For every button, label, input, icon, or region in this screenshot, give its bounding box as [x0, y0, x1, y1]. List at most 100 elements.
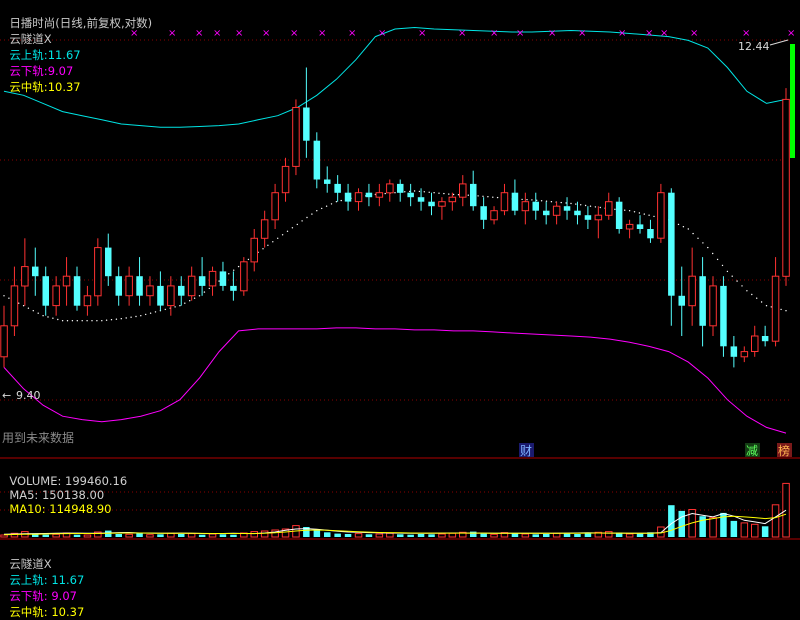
candle — [146, 276, 154, 306]
middle-dot — [306, 216, 308, 219]
volume-bar — [730, 520, 738, 537]
candle — [668, 188, 675, 326]
rank-marker[interactable]: 榜 — [778, 443, 790, 458]
middle-dot — [584, 204, 587, 207]
candle — [543, 201, 550, 225]
middle-dot — [780, 308, 782, 311]
volume-bar — [73, 534, 81, 537]
volume-bar — [198, 534, 206, 537]
candle-body — [417, 197, 425, 202]
middle-dot — [8, 297, 10, 299]
upper-band-label: 云上轨: — [9, 48, 48, 62]
candle-body — [42, 276, 49, 306]
volume-bar — [782, 482, 790, 538]
candle-body — [354, 192, 363, 203]
candle — [657, 183, 665, 243]
candle — [10, 266, 19, 336]
signal-marker: × — [516, 28, 524, 39]
candle-body — [699, 276, 706, 326]
candle — [615, 197, 623, 234]
candle — [407, 183, 414, 207]
candle — [709, 276, 717, 336]
middle-dot — [638, 212, 641, 214]
middle-dot — [614, 208, 616, 210]
middle-dot — [423, 191, 425, 193]
middle-dot — [756, 297, 758, 299]
middle-dot — [296, 223, 298, 226]
middle-dot — [272, 241, 274, 243]
volume-bar — [563, 533, 571, 537]
candle — [625, 219, 634, 239]
volume-bar — [324, 532, 331, 537]
middle-dot — [570, 202, 572, 205]
middle-dot — [22, 305, 25, 307]
candle-body — [21, 266, 29, 287]
candle — [42, 266, 49, 316]
candle — [782, 88, 790, 286]
middle-dot — [741, 285, 743, 287]
middle-dot — [18, 302, 20, 304]
candle — [62, 257, 71, 306]
middle-dot — [61, 320, 64, 322]
middle-band-value: 10.37 — [47, 80, 81, 94]
candle — [470, 170, 477, 211]
candle — [157, 271, 164, 311]
signal-marker: × — [548, 28, 556, 39]
reduce-marker[interactable]: 减 — [746, 444, 758, 458]
volume-bar — [428, 534, 435, 537]
middle-dot — [702, 242, 704, 244]
signal-marker: × — [645, 28, 653, 39]
middle-dot — [37, 312, 39, 314]
candle-body — [281, 165, 290, 194]
candle — [511, 179, 519, 216]
candle-body — [709, 285, 717, 327]
middle-dot — [628, 210, 631, 212]
middle-dot — [237, 265, 240, 268]
volume-bar — [365, 534, 373, 537]
candle — [678, 266, 685, 336]
volume-bar — [375, 533, 384, 538]
volume-label: VOLUME: — [9, 474, 62, 488]
candle-body — [250, 237, 258, 263]
volume-bar — [532, 534, 539, 537]
middle-dot — [120, 318, 123, 320]
candle — [178, 276, 185, 306]
middle-dot — [277, 237, 279, 239]
candle-body — [459, 183, 467, 198]
volume-bar — [344, 534, 352, 537]
candle-body — [438, 201, 446, 207]
middle-dot — [599, 206, 601, 209]
middle-dot — [760, 301, 763, 303]
candlestick-series — [0, 67, 790, 368]
candle — [740, 346, 749, 363]
volume-bar — [115, 534, 122, 537]
candle — [260, 210, 269, 248]
signal-marker: × — [618, 28, 626, 39]
low-price-annotation: ← 9.40 — [2, 389, 41, 402]
middle-dot — [233, 269, 235, 271]
candle-body — [574, 210, 581, 216]
middle-dot — [52, 317, 54, 319]
candle — [720, 276, 727, 357]
finance-marker[interactable]: 财 — [520, 444, 532, 458]
volume-bar — [260, 530, 269, 538]
candle-body — [552, 205, 561, 216]
signal-marker: × — [660, 28, 668, 39]
candle-body — [657, 192, 665, 239]
upper-band-value: 11.67 — [47, 48, 81, 62]
middle-dot — [707, 246, 709, 249]
future-data-note: 用到未来数据 — [2, 430, 74, 445]
middle-dot — [218, 280, 220, 282]
candle-body — [594, 214, 603, 221]
middle-dot — [184, 302, 186, 304]
candle — [636, 215, 644, 234]
candle-body — [521, 201, 530, 212]
candle-body — [271, 192, 279, 221]
middle-dot — [467, 194, 469, 196]
middle-dot — [770, 306, 772, 308]
candle-body — [407, 192, 414, 198]
middle-dot — [452, 193, 455, 196]
volume-bar — [354, 533, 363, 538]
low-price-arrow: ← — [2, 389, 11, 402]
candle-body — [105, 247, 112, 277]
